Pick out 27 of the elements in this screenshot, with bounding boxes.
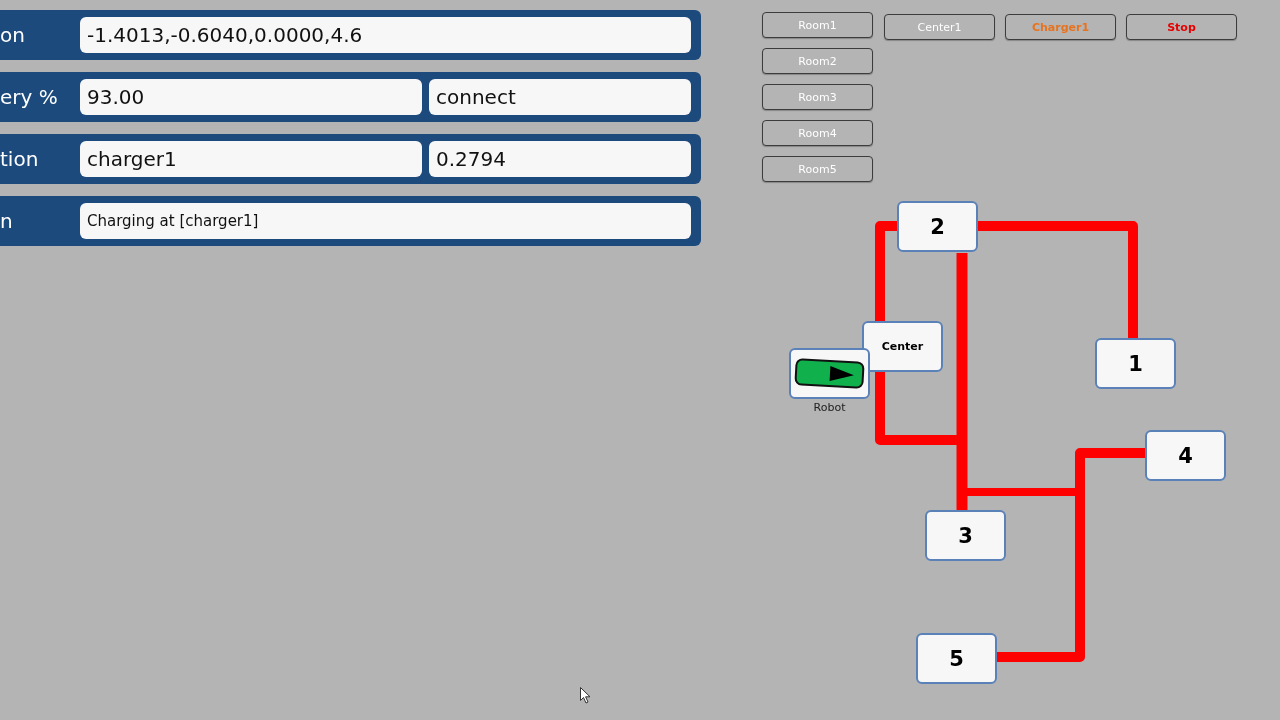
map-node: 4 <box>1145 430 1226 481</box>
value-field: -1.4013,-0.6040,0.0000,4.6 <box>80 17 691 53</box>
room-button[interactable]: Room2 <box>762 48 873 74</box>
robot-label: Robot <box>813 401 846 414</box>
value-field: 93.00 <box>80 79 422 115</box>
map-node: 2 <box>897 201 978 252</box>
map-node: Center <box>862 321 943 372</box>
field-label: tion <box>0 147 40 171</box>
field-label: on <box>0 23 26 47</box>
stop-button[interactable]: Stop <box>1126 14 1237 40</box>
mouse-cursor-icon <box>580 687 591 704</box>
room-button[interactable]: Room1 <box>762 12 873 38</box>
command-button[interactable]: Charger1 <box>1005 14 1116 40</box>
field-label: ery % <box>0 85 59 109</box>
room-button[interactable]: Room3 <box>762 84 873 110</box>
value-field: Charging at [charger1] <box>80 203 691 239</box>
value-field: charger1 <box>80 141 422 177</box>
map-node: 3 <box>925 510 1006 561</box>
command-button[interactable]: Center1 <box>884 14 995 40</box>
value-field: connect <box>429 79 691 115</box>
map-node: 5 <box>916 633 997 684</box>
robot-arrow-icon <box>794 358 865 389</box>
map-node: 1 <box>1095 338 1176 389</box>
field-label: n <box>0 209 14 233</box>
room-button[interactable]: Room5 <box>762 156 873 182</box>
room-button[interactable]: Room4 <box>762 120 873 146</box>
value-field: 0.2794 <box>429 141 691 177</box>
